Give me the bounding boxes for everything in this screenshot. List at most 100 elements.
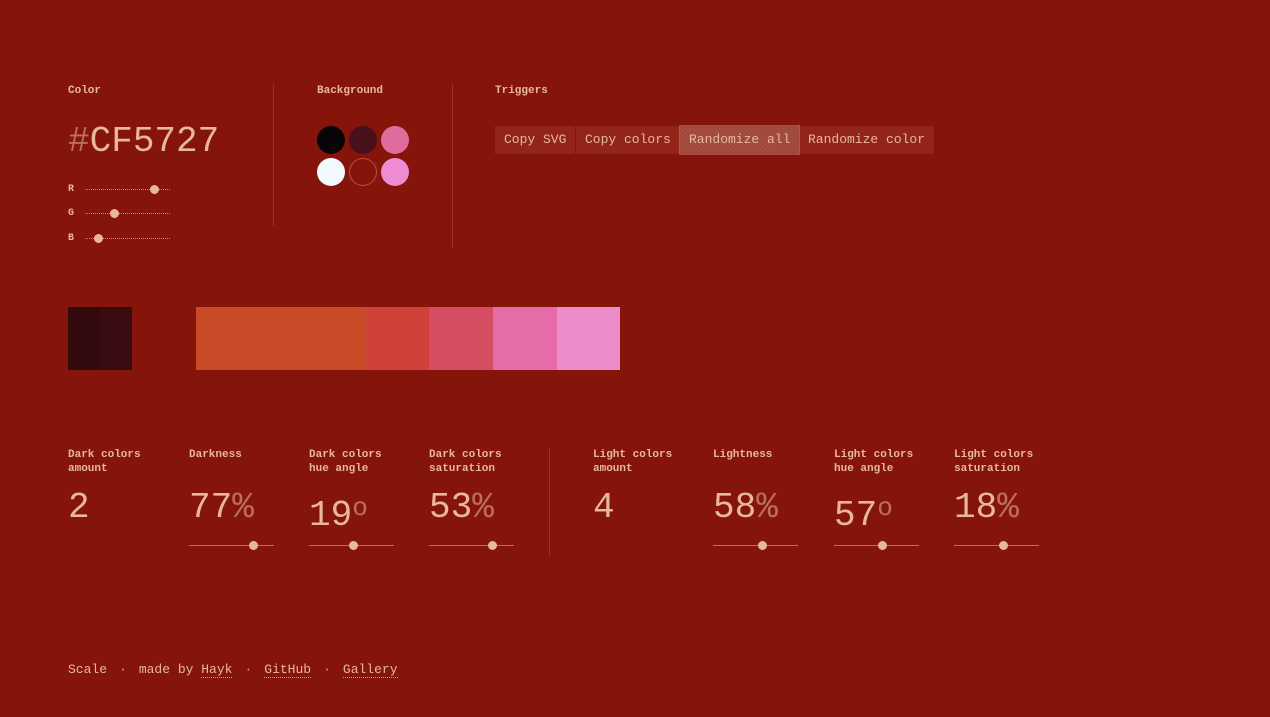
dark-saturation-slider-thumb[interactable] <box>487 541 497 550</box>
background-swatch-pink[interactable] <box>381 126 409 154</box>
lightness-slider-thumb[interactable] <box>758 541 768 550</box>
dark-hue-value[interactable]: 19o <box>309 488 368 536</box>
red-channel-slider[interactable] <box>85 185 170 194</box>
light-hue-unit: o <box>877 493 893 523</box>
hex-hash: # <box>68 121 90 162</box>
green-channel-thumb[interactable] <box>109 209 119 218</box>
lightness-unit: % <box>756 487 778 528</box>
dark-hue-label-line2: hue angle <box>309 463 369 475</box>
dark-saturation-label-line2: saturation <box>429 463 496 475</box>
dark-amount-label-line1: Dark colors <box>68 449 141 461</box>
divider-background-triggers <box>452 84 453 248</box>
dark-amount-label-line2: amount <box>68 463 108 475</box>
dark-saturation-value[interactable]: 53% <box>429 488 494 528</box>
red-channel-label: R <box>68 184 75 195</box>
scale-light-color-2[interactable] <box>429 307 493 370</box>
scale-light-color-3[interactable] <box>493 307 557 370</box>
dark-hue-label: Dark colors hue angle <box>309 448 382 476</box>
dark-saturation-number[interactable]: 53 <box>429 487 472 528</box>
light-hue-number[interactable]: 57 <box>834 495 877 536</box>
copy-colors-button[interactable]: Copy colors <box>576 126 680 154</box>
dark-saturation-label-line1: Dark colors <box>429 449 502 461</box>
copy-svg-button[interactable]: Copy SVG <box>495 126 576 154</box>
red-channel-row: R <box>68 183 178 197</box>
triggers-section-label: Triggers <box>495 85 548 97</box>
dark-saturation-slider[interactable] <box>429 541 514 550</box>
light-amount-label-line2: amount <box>593 463 633 475</box>
lightness-number[interactable]: 58 <box>713 487 756 528</box>
light-saturation-value[interactable]: 18% <box>954 488 1019 528</box>
dark-hue-label-line1: Dark colors <box>309 449 382 461</box>
light-amount-value[interactable]: 4 <box>593 488 615 528</box>
dark-amount-value[interactable]: 2 <box>68 488 90 528</box>
light-hue-slider[interactable] <box>834 541 919 550</box>
blue-channel-slider[interactable] <box>85 234 170 243</box>
scale-light-color-4[interactable] <box>557 307 620 370</box>
footer-separator: · <box>119 662 127 677</box>
scale-dark-color-1[interactable] <box>68 307 100 370</box>
light-hue-label-line2: hue angle <box>834 463 894 475</box>
light-amount-label-line1: Light colors <box>593 449 673 461</box>
green-channel-slider[interactable] <box>85 209 170 218</box>
background-swatch-current[interactable] <box>349 158 377 186</box>
darkness-unit: % <box>232 487 254 528</box>
light-saturation-label-line1: Light colors <box>954 449 1034 461</box>
scale-main-color[interactable] <box>196 307 365 370</box>
footer-app-name: Scale <box>68 662 108 677</box>
darkness-slider-thumb[interactable] <box>248 541 258 550</box>
dark-hue-slider[interactable] <box>309 541 394 550</box>
light-hue-label-line1: Light colors <box>834 449 914 461</box>
randomize-color-button[interactable]: Randomize color <box>799 126 935 154</box>
light-saturation-unit: % <box>997 487 1019 528</box>
blue-channel-label: B <box>68 233 75 244</box>
dark-hue-slider-thumb[interactable] <box>349 541 359 550</box>
footer-gallery-link[interactable]: Gallery <box>342 662 398 678</box>
background-swatch-black[interactable] <box>317 126 345 154</box>
lightness-slider[interactable] <box>713 541 798 550</box>
dark-saturation-unit: % <box>472 487 494 528</box>
footer-author-link[interactable]: Hayk <box>201 662 233 678</box>
footer-github-link[interactable]: GitHub <box>264 662 312 678</box>
red-channel-thumb[interactable] <box>150 185 159 194</box>
dark-hue-number[interactable]: 19 <box>309 495 352 536</box>
background-swatch-white[interactable] <box>317 158 345 186</box>
dark-amount-number[interactable]: 2 <box>68 487 90 528</box>
green-channel-row: G <box>68 207 178 221</box>
scale-light-color-1[interactable] <box>365 307 429 370</box>
divider-dark-light <box>549 448 550 556</box>
lightness-label: Lightness <box>713 448 772 462</box>
light-hue-slider-thumb[interactable] <box>878 541 888 550</box>
light-saturation-slider-thumb[interactable] <box>999 541 1009 550</box>
dark-amount-label: Dark colors amount <box>68 448 141 476</box>
dark-saturation-label: Dark colors saturation <box>429 448 502 476</box>
blue-channel-thumb[interactable] <box>94 234 103 243</box>
light-hue-label: Light colors hue angle <box>834 448 913 476</box>
light-saturation-label-line2: saturation <box>954 463 1021 475</box>
footer-separator: · <box>244 662 253 677</box>
darkness-label: Darkness <box>189 448 242 462</box>
background-swatch-dark-maroon[interactable] <box>349 126 377 154</box>
hex-code[interactable]: CF5727 <box>90 121 220 162</box>
footer-separator: · <box>323 662 331 677</box>
light-saturation-number[interactable]: 18 <box>954 487 997 528</box>
scale-dark-color-2[interactable] <box>100 307 132 370</box>
darkness-label-line1: Darkness <box>189 449 242 461</box>
green-channel-label: G <box>68 208 75 219</box>
background-section-label: Background <box>317 85 384 97</box>
hex-color-value[interactable]: #CF5727 <box>68 121 219 163</box>
light-saturation-slider[interactable] <box>954 541 1039 550</box>
light-saturation-label: Light colors saturation <box>954 448 1033 476</box>
footer-made-by: made by <box>138 662 194 677</box>
darkness-value[interactable]: 77% <box>189 488 254 528</box>
light-amount-number[interactable]: 4 <box>593 487 615 528</box>
randomize-all-button[interactable]: Randomize all <box>678 125 801 155</box>
background-swatch-light-pink[interactable] <box>381 158 409 186</box>
darkness-number[interactable]: 77 <box>189 487 232 528</box>
darkness-slider[interactable] <box>189 541 274 550</box>
color-section-label: Color <box>68 85 102 97</box>
light-amount-label: Light colors amount <box>593 448 672 476</box>
lightness-label-line1: Lightness <box>713 449 773 461</box>
dark-hue-unit: o <box>352 493 368 523</box>
lightness-value[interactable]: 58% <box>713 488 778 528</box>
light-hue-value[interactable]: 57o <box>834 488 893 536</box>
